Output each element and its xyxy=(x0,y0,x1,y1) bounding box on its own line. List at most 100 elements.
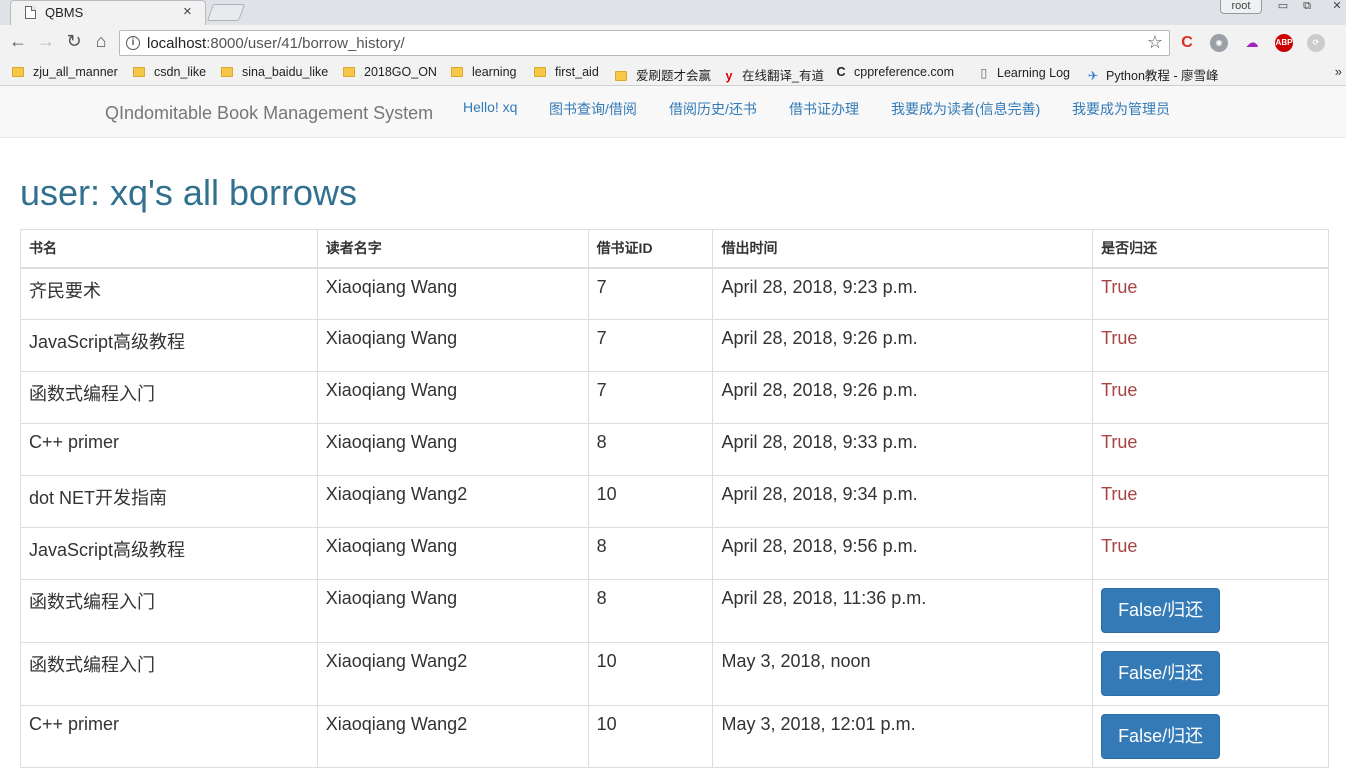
bookmark-star-icon[interactable]: ☆ xyxy=(1147,32,1163,53)
bookmark-item[interactable]: zju_all_manner xyxy=(12,65,118,79)
nav-link-hello[interactable]: Hello! xq xyxy=(463,99,517,115)
borrow-history-table: 书名 读者名字 借书证ID 借出时间 是否归还 齐民要术 Xiaoqiang W… xyxy=(20,229,1329,768)
folder-icon xyxy=(451,67,463,77)
browser-tab[interactable]: QBMS × xyxy=(10,0,206,25)
folder-icon xyxy=(12,67,24,77)
bookmark-item[interactable]: learning xyxy=(451,65,516,79)
nav-link-become-reader[interactable]: 我要成为读者(信息完善) xyxy=(891,99,1040,119)
table-row: 函数式编程入门 Xiaoqiang Wang 8 April 28, 2018,… xyxy=(20,579,1329,643)
cppreference-icon: C xyxy=(836,65,846,79)
home-icon[interactable]: ⌂ xyxy=(89,31,113,52)
cell-card-id: 10 xyxy=(587,475,714,528)
return-book-button[interactable]: False/归还 xyxy=(1101,588,1221,633)
extension-c-icon[interactable]: C xyxy=(1178,34,1196,52)
column-header-borrow-time: 借出时间 xyxy=(712,229,1094,269)
nav-link-search-borrow[interactable]: 图书查询/借阅 xyxy=(549,99,637,119)
bookmark-item[interactable]: ✈ Python教程 - 廖雪峰 xyxy=(1086,65,1219,84)
returned-cell: False/归还 xyxy=(1092,705,1329,768)
returned-cell: False/归还 xyxy=(1092,579,1329,643)
cell-reader: Xiaoqiang Wang xyxy=(316,267,589,320)
cell-card-id: 7 xyxy=(587,267,714,320)
cell-book: dot NET开发指南 xyxy=(20,475,318,528)
bookmarks-overflow-icon[interactable]: » xyxy=(1335,64,1342,79)
cell-reader: Xiaoqiang Wang xyxy=(316,527,589,580)
cell-book: 齐民要术 xyxy=(20,267,318,320)
returned-status: True xyxy=(1092,267,1329,320)
address-bar[interactable]: i localhost:8000/user/41/borrow_history/… xyxy=(119,30,1170,56)
youdao-icon: y xyxy=(725,69,733,83)
bookmark-item[interactable]: sina_baidu_like xyxy=(221,65,328,79)
nav-link-library-card[interactable]: 借书证办理 xyxy=(789,99,859,119)
bookmark-item[interactable]: 2018GO_ON xyxy=(343,65,437,79)
info-icon[interactable]: i xyxy=(126,36,140,50)
bookmark-item[interactable]: csdn_like xyxy=(133,65,206,79)
table-row: JavaScript高级教程 Xiaoqiang Wang 8 April 28… xyxy=(20,527,1329,580)
adblock-icon[interactable]: ABP xyxy=(1275,34,1293,52)
returned-status: True xyxy=(1092,319,1329,372)
nav-link-borrow-history[interactable]: 借阅历史/还书 xyxy=(669,99,757,119)
new-tab-button[interactable] xyxy=(206,4,246,21)
cell-card-id: 8 xyxy=(587,423,714,476)
bookmark-item[interactable]: y 在线翻译_有道 xyxy=(722,65,824,84)
bookmarks-bar: zju_all_manner csdn_like sina_baidu_like… xyxy=(0,61,1346,86)
cell-card-id: 7 xyxy=(587,319,714,372)
site-brand[interactable]: QIndomitable Book Management System xyxy=(105,103,433,124)
bookmark-item[interactable]: Ccppreference.com xyxy=(834,65,954,79)
table-row: C++ primer Xiaoqiang Wang2 10 May 3, 201… xyxy=(20,705,1329,768)
nav-link-become-admin[interactable]: 我要成为管理员 xyxy=(1072,99,1170,119)
cell-card-id: 8 xyxy=(587,527,714,580)
folder-icon xyxy=(615,71,627,81)
restore-icon[interactable]: ⧉ xyxy=(1296,0,1318,14)
table-row: 函数式编程入门 Xiaoqiang Wang 7 April 28, 2018,… xyxy=(20,371,1329,424)
cell-book: JavaScript高级教程 xyxy=(20,319,318,372)
cell-card-id: 10 xyxy=(587,705,714,768)
bookmark-item[interactable]: ▯ Learning Log xyxy=(977,65,1070,80)
column-header-returned: 是否归还 xyxy=(1092,229,1329,269)
cell-time: April 28, 2018, 9:56 p.m. xyxy=(712,527,1094,580)
forward-arrow-icon[interactable]: → xyxy=(34,31,58,52)
profile-badge[interactable]: root xyxy=(1220,0,1262,14)
extension-cloud-icon[interactable]: ☁ xyxy=(1243,34,1261,52)
cell-time: April 28, 2018, 9:26 p.m. xyxy=(712,371,1094,424)
returned-cell: False/归还 xyxy=(1092,642,1329,706)
python-icon: ✈ xyxy=(1087,69,1099,83)
cell-card-id: 7 xyxy=(587,371,714,424)
column-header-card-id: 借书证ID xyxy=(587,229,714,269)
page-icon xyxy=(25,6,36,19)
table-header-row: 书名 读者名字 借书证ID 借出时间 是否归还 xyxy=(20,229,1329,269)
table-row: dot NET开发指南 Xiaoqiang Wang2 10 April 28,… xyxy=(20,475,1329,528)
cell-reader: Xiaoqiang Wang xyxy=(316,319,589,372)
minimize-icon[interactable]: ▭ xyxy=(1272,0,1294,14)
return-book-button[interactable]: False/归还 xyxy=(1101,714,1221,759)
cell-book: 函数式编程入门 xyxy=(20,642,318,706)
cell-time: May 3, 2018, noon xyxy=(712,642,1094,706)
extension-globe-icon[interactable]: ◉ xyxy=(1210,34,1228,52)
returned-status: True xyxy=(1092,475,1329,528)
cell-card-id: 10 xyxy=(587,642,714,706)
window-close-icon[interactable]: ✕ xyxy=(1326,0,1346,14)
cell-time: April 28, 2018, 9:34 p.m. xyxy=(712,475,1094,528)
bookmark-item[interactable]: 爱刷题才会赢 xyxy=(615,65,711,84)
tab-close-icon[interactable]: × xyxy=(183,3,192,20)
cell-book: 函数式编程入门 xyxy=(20,371,318,424)
cell-time: May 3, 2018, 12:01 p.m. xyxy=(712,705,1094,768)
back-arrow-icon[interactable]: ← xyxy=(6,31,30,52)
cell-book: JavaScript高级教程 xyxy=(20,527,318,580)
tab-title: QBMS xyxy=(45,5,84,20)
table-row: JavaScript高级教程 Xiaoqiang Wang 7 April 28… xyxy=(20,319,1329,372)
column-header-book: 书名 xyxy=(20,229,318,269)
return-book-button[interactable]: False/归还 xyxy=(1101,651,1221,696)
cell-reader: Xiaoqiang Wang2 xyxy=(316,705,589,768)
cell-reader: Xiaoqiang Wang xyxy=(316,423,589,476)
cell-reader: Xiaoqiang Wang xyxy=(316,579,589,643)
returned-status: True xyxy=(1092,527,1329,580)
returned-status: True xyxy=(1092,423,1329,476)
bookmark-item[interactable]: first_aid xyxy=(534,65,599,79)
extension-gray-icon[interactable]: ⟳ xyxy=(1307,34,1325,52)
reload-icon[interactable]: ↻ xyxy=(62,31,86,52)
site-navbar: QIndomitable Book Management System Hell… xyxy=(0,86,1346,138)
cell-reader: Xiaoqiang Wang xyxy=(316,371,589,424)
page-icon: ▯ xyxy=(980,66,988,80)
folder-icon xyxy=(343,67,355,77)
returned-status: True xyxy=(1092,371,1329,424)
